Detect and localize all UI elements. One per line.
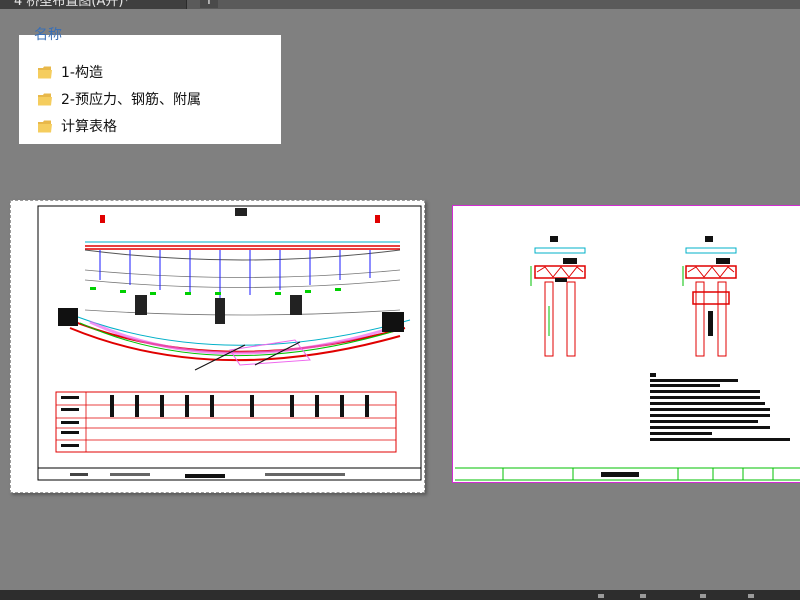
status-indicator[interactable] <box>700 594 706 598</box>
file-item-label: 1-构造 <box>61 65 103 81</box>
layout-sheet-bridge-plan[interactable] <box>10 200 425 493</box>
tab-close-icon[interactable]: ✕ <box>160 0 172 5</box>
new-tab-button[interactable]: + <box>200 0 218 8</box>
file-item-label: 2-预应力、钢筋、附属 <box>61 92 201 108</box>
status-indicator[interactable] <box>748 594 754 598</box>
folder-icon <box>38 120 52 133</box>
layout-sheet-pier-detail[interactable] <box>452 205 800 483</box>
popup-column-header: 名称 <box>34 27 62 43</box>
file-item-prestress[interactable]: 2-预应力、钢筋、附属 <box>38 90 268 110</box>
pier-detail-drawing <box>455 236 800 481</box>
tab-title: 4 桥型布置图(A开)* <box>14 0 130 9</box>
file-item-construction[interactable]: 1-构造 <box>38 63 268 83</box>
file-item-label: 计算表格 <box>61 119 117 135</box>
folder-icon <box>38 66 52 79</box>
tab-bar: 4 桥型布置图(A开)* ✕ + <box>0 0 800 9</box>
folder-icon <box>38 93 52 106</box>
status-indicator[interactable] <box>598 594 604 598</box>
status-bar <box>0 590 800 600</box>
bridge-layout-drawing <box>37 205 422 481</box>
status-indicator[interactable] <box>640 594 646 598</box>
file-item-calc-tables[interactable]: 计算表格 <box>38 117 268 137</box>
drawing-tab[interactable]: 4 桥型布置图(A开)* ✕ <box>0 0 187 9</box>
file-list-popup: 名称 1-构造 2-预应力、钢筋、附属 计算表格 <box>19 27 281 144</box>
